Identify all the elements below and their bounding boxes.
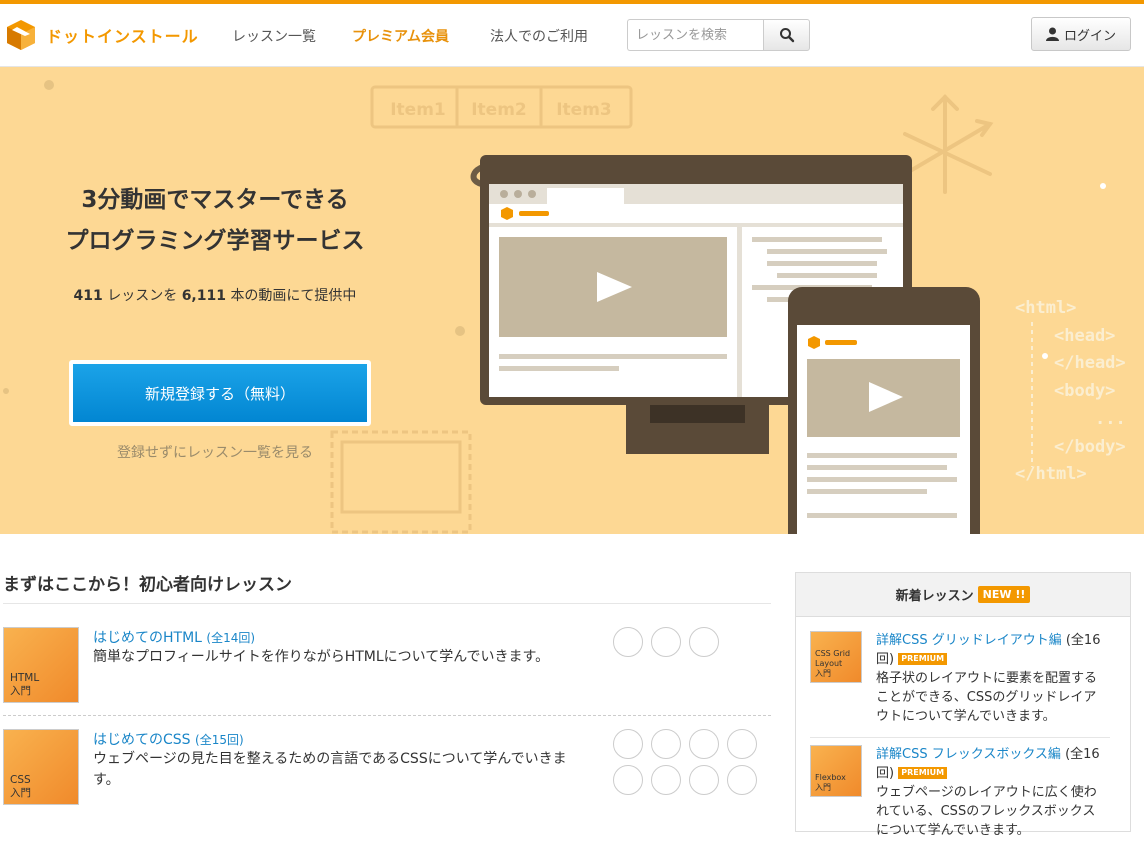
avatar[interactable] xyxy=(689,627,719,657)
course-item-html: HTML 入門 はじめてのHTML (全14回) 簡単なプロフィールサイトを作り… xyxy=(3,627,771,707)
instructor-avatars xyxy=(613,729,763,795)
site-logo[interactable]: ドットインストール xyxy=(4,18,199,52)
lesson-count: 411 xyxy=(73,288,103,304)
new-lesson-description: 格子状のレイアウトに要素を配置することができる、CSSのグリッドレイアウトについ… xyxy=(876,671,1098,724)
new-lesson-title[interactable]: 詳解CSS フレックスボックス編 xyxy=(876,747,1061,762)
premium-badge: PREMIUM xyxy=(898,767,948,779)
new-lesson-text: 詳解CSS フレックスボックス編 (全16回) PREMIUM ウェブページのレイ… xyxy=(876,745,1108,840)
video-count-label: 本の動画にて提供中 xyxy=(230,288,357,304)
hero-title-line-2: プログラミング学習サービス xyxy=(65,228,365,254)
avatar[interactable] xyxy=(651,765,681,795)
lesson-count-label: レッスンを xyxy=(107,288,178,304)
search-icon xyxy=(779,28,794,43)
item-tab-2: Item2 xyxy=(471,100,527,120)
search-button[interactable] xyxy=(763,19,810,51)
hero-title-line-1: 3分動画でマスターできる xyxy=(81,187,349,213)
login-button[interactable]: ログイン xyxy=(1031,17,1131,51)
lesson-divider xyxy=(810,737,1110,738)
lesson-thumbnail[interactable]: Flexbox 入門 xyxy=(810,745,862,797)
signup-button[interactable]: 新規登録する（無料） xyxy=(69,360,371,426)
logo-cube-icon xyxy=(7,20,35,50)
lesson-thumbnail-label: Flexbox 入門 xyxy=(815,773,846,792)
logo-text: ドットインストール xyxy=(46,27,199,46)
nav-lessons[interactable]: レッスン一覧 xyxy=(232,4,316,67)
course-count: (全14回) xyxy=(206,631,256,645)
site-header: ドットインストール レッスン一覧 プレミアム会員 法人でのご利用 ログイン xyxy=(0,4,1144,67)
browse-lessons-link[interactable]: 登録せずにレッスン一覧を見る xyxy=(0,442,430,462)
new-badge: NEW !! xyxy=(977,586,1031,603)
search-input[interactable] xyxy=(627,19,763,51)
course-title-text: はじめてのHTML xyxy=(93,630,202,646)
video-count: 6,111 xyxy=(181,288,226,304)
avatar[interactable] xyxy=(651,729,681,759)
item-tab-3: Item3 xyxy=(556,100,612,120)
beginner-section-title: まずはここから！初心者向けレッスン xyxy=(3,575,292,595)
new-lesson-description: ウェブページのレイアウトに広く使われている、CSSのフレックスボックスについて学… xyxy=(876,785,1097,838)
code-line-3: </head> xyxy=(1054,353,1126,373)
nav-corporate[interactable]: 法人でのご利用 xyxy=(490,4,588,67)
new-lesson-title[interactable]: 詳解CSS グリッドレイアウト編 xyxy=(876,633,1062,648)
course-description: 簡単なプロフィールサイトを作りながらHTMLについて学んでいきます。 xyxy=(93,649,550,665)
code-line-4: <body> xyxy=(1054,381,1115,401)
code-line-2: <head> xyxy=(1054,326,1115,346)
hero-banner: Item1 Item2 Item3 <html> <head> </head> … xyxy=(0,67,1144,534)
main-content: まずはここから！初心者向けレッスン HTML 入門 はじめてのHTML (全14… xyxy=(0,534,1144,838)
code-line-6: </body> xyxy=(1054,437,1126,457)
new-lessons-panel: 新着レッスン NEW !! CSS Grid Layout 入門 詳解CSS グ… xyxy=(795,572,1131,838)
course-count: (全15回) xyxy=(195,733,244,747)
new-lesson-text: 詳解CSS グリッドレイアウト編 (全16回) PREMIUM 格子状のレイアウト… xyxy=(876,631,1108,726)
hero-stats: 411 レッスンを 6,111 本の動画にて提供中 xyxy=(0,285,430,305)
nav-premium[interactable]: プレミアム会員 xyxy=(352,4,449,67)
avatar[interactable] xyxy=(727,765,757,795)
code-line-7: </html> xyxy=(1015,464,1087,484)
premium-badge: PREMIUM xyxy=(898,653,948,665)
lesson-thumbnail-label: CSS Grid Layout 入門 xyxy=(815,649,851,678)
course-thumbnail[interactable]: CSS 入門 xyxy=(3,729,79,805)
code-line-1: <html> xyxy=(1015,298,1076,318)
avatar[interactable] xyxy=(651,627,681,657)
course-title[interactable]: はじめてのHTML (全14回) xyxy=(93,627,255,647)
course-thumbnail-label: CSS 入門 xyxy=(10,774,31,799)
user-icon xyxy=(1045,27,1059,41)
course-description: ウェブページの見た目を整えるための言語であるCSSについて学んでいきます。 xyxy=(93,751,567,788)
new-lesson-item: Flexbox 入門 詳解CSS フレックスボックス編 (全16回) PREMI… xyxy=(810,745,1110,845)
avatar[interactable] xyxy=(613,627,643,657)
new-lesson-item: CSS Grid Layout 入門 詳解CSS グリッドレイアウト編 (全16… xyxy=(810,631,1110,731)
avatar[interactable] xyxy=(689,765,719,795)
new-lessons-title: 新着レッスン xyxy=(895,589,974,604)
lesson-thumbnail[interactable]: CSS Grid Layout 入門 xyxy=(810,631,862,683)
instructor-avatars xyxy=(613,627,763,657)
phone-graphic xyxy=(788,287,980,534)
search-form xyxy=(627,19,810,51)
course-divider xyxy=(3,715,771,716)
avatar[interactable] xyxy=(689,729,719,759)
item-tab-1: Item1 xyxy=(390,100,446,120)
code-line-5: ... xyxy=(1095,409,1126,429)
course-title-text: はじめてのCSS xyxy=(93,732,191,748)
section-divider xyxy=(3,603,771,604)
course-title[interactable]: はじめてのCSS (全15回) xyxy=(93,729,244,749)
course-thumbnail[interactable]: HTML 入門 xyxy=(3,627,79,703)
avatar[interactable] xyxy=(613,765,643,795)
course-item-css: CSS 入門 はじめてのCSS (全15回) ウェブページの見た目を整えるための… xyxy=(3,729,771,809)
new-lessons-header: 新着レッスン NEW !! xyxy=(796,573,1130,617)
avatar[interactable] xyxy=(613,729,643,759)
login-label: ログイン xyxy=(1063,28,1116,44)
avatar[interactable] xyxy=(727,729,757,759)
course-thumbnail-label: HTML 入門 xyxy=(10,672,40,697)
